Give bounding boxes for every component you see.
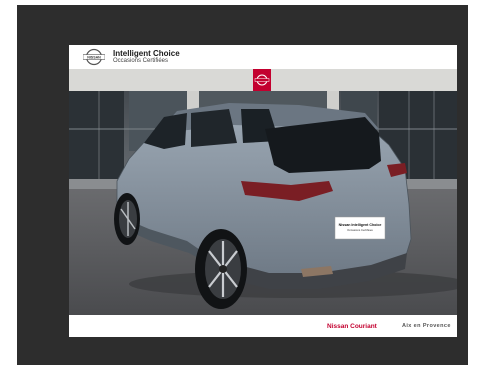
brand-title: Intelligent Choice — [113, 49, 180, 58]
rear-wheel — [195, 229, 247, 309]
dealer-name: Nissan Couriant — [327, 323, 377, 330]
listing-image-card: NISSAN Intelligent Choice Occasions Cert… — [69, 45, 457, 337]
car-photo: Nissan Intelligent Choice Occasions Cert… — [69, 69, 457, 315]
dealer-city: Aix en Provence — [402, 323, 451, 329]
front-wheel — [114, 193, 140, 245]
dealer-footer: Nissan Couriant Aix en Provence — [69, 315, 457, 337]
plate-title: Nissan Intelligent Choice — [339, 223, 382, 227]
plate-subtitle: Occasions Certifiées — [347, 228, 373, 232]
brand-subtitle: Occasions Certifiées — [113, 58, 169, 64]
logo-wordmark: NISSAN — [87, 55, 101, 59]
nissan-logo-icon: NISSAN — [82, 48, 106, 66]
nissan-sign-icon — [253, 69, 271, 91]
photo-frame: NISSAN Intelligent Choice Occasions Cert… — [17, 5, 468, 365]
brand-header: NISSAN Intelligent Choice Occasions Cert… — [69, 45, 457, 69]
